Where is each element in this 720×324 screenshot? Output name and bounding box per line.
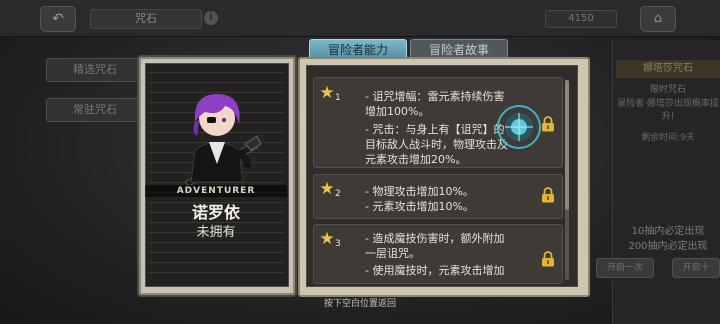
scrollbar-thumb[interactable] bbox=[565, 80, 569, 210]
star-icon: ★ bbox=[319, 83, 335, 103]
ability-rank: 1 bbox=[335, 93, 341, 103]
lock-icon bbox=[542, 187, 554, 203]
banner-guarantee-200: 200抽内必定出现 bbox=[628, 241, 708, 252]
tab-permanent-runes[interactable]: 常驻咒石 bbox=[46, 98, 144, 122]
star-icon: ★ bbox=[319, 229, 335, 249]
ability-line: - 使用魔技时，元素攻击增加 bbox=[365, 264, 505, 277]
banner-guarantee-10: 10抽内必定出现 bbox=[631, 226, 705, 237]
adventurer-portrait bbox=[184, 94, 262, 187]
ability-rank: 2 bbox=[335, 189, 341, 199]
banner-timer: 剩余时间:9天 bbox=[641, 133, 695, 143]
ability-line: - 元素攻击增加10%。 bbox=[365, 200, 474, 213]
lock-icon bbox=[542, 251, 554, 267]
ability-line: - 咒击：与身上有【诅咒】的 bbox=[365, 123, 505, 136]
adventurer-name: 诺罗依 bbox=[191, 203, 240, 222]
ability-rank: 3 bbox=[335, 239, 341, 249]
ability-line: - 诅咒增幅：雷元素持续伤害 bbox=[365, 90, 505, 103]
info-icon[interactable]: i bbox=[204, 11, 218, 25]
card-class-label: ADVENTURER bbox=[145, 185, 287, 197]
banner-title: 娜塔莎咒石 bbox=[616, 60, 720, 78]
ability-line: - 造成魔技伤害时，额外附加 bbox=[365, 232, 505, 245]
back-arrow-icon: ↶ bbox=[52, 11, 64, 27]
ability-line: - 物理攻击增加10%。 bbox=[365, 185, 474, 198]
ability-line: 一层诅咒。 bbox=[365, 247, 420, 260]
lock-icon bbox=[542, 116, 554, 132]
home-icon[interactable]: ⌂ bbox=[640, 6, 676, 32]
ownership-status: 未拥有 bbox=[196, 225, 236, 240]
ability-line: 增加100%。 bbox=[365, 105, 430, 118]
tab-featured-runes[interactable]: 精选咒石 bbox=[46, 58, 144, 82]
ability-line: 元素攻击增加20%。 bbox=[365, 153, 467, 166]
currency-counter: 4150 bbox=[545, 10, 617, 28]
rune-glow-icon bbox=[497, 105, 541, 149]
star-icon: ★ bbox=[319, 179, 335, 199]
open-once-button[interactable]: 开启一次 bbox=[596, 258, 654, 278]
banner-subtitle: 限时咒石 bbox=[649, 85, 686, 95]
back-button[interactable]: ↶ bbox=[40, 6, 76, 32]
page-title: 咒石 bbox=[90, 9, 202, 29]
open-ten-button[interactable]: 开启十 bbox=[672, 258, 720, 278]
bottom-hint: 按下空白位置返回 bbox=[323, 299, 396, 309]
ability-line: 目标敌人战斗时，物理攻击及 bbox=[365, 138, 508, 151]
banner-desc: 冒险者·娜塔莎出现概率提升! bbox=[617, 99, 719, 122]
